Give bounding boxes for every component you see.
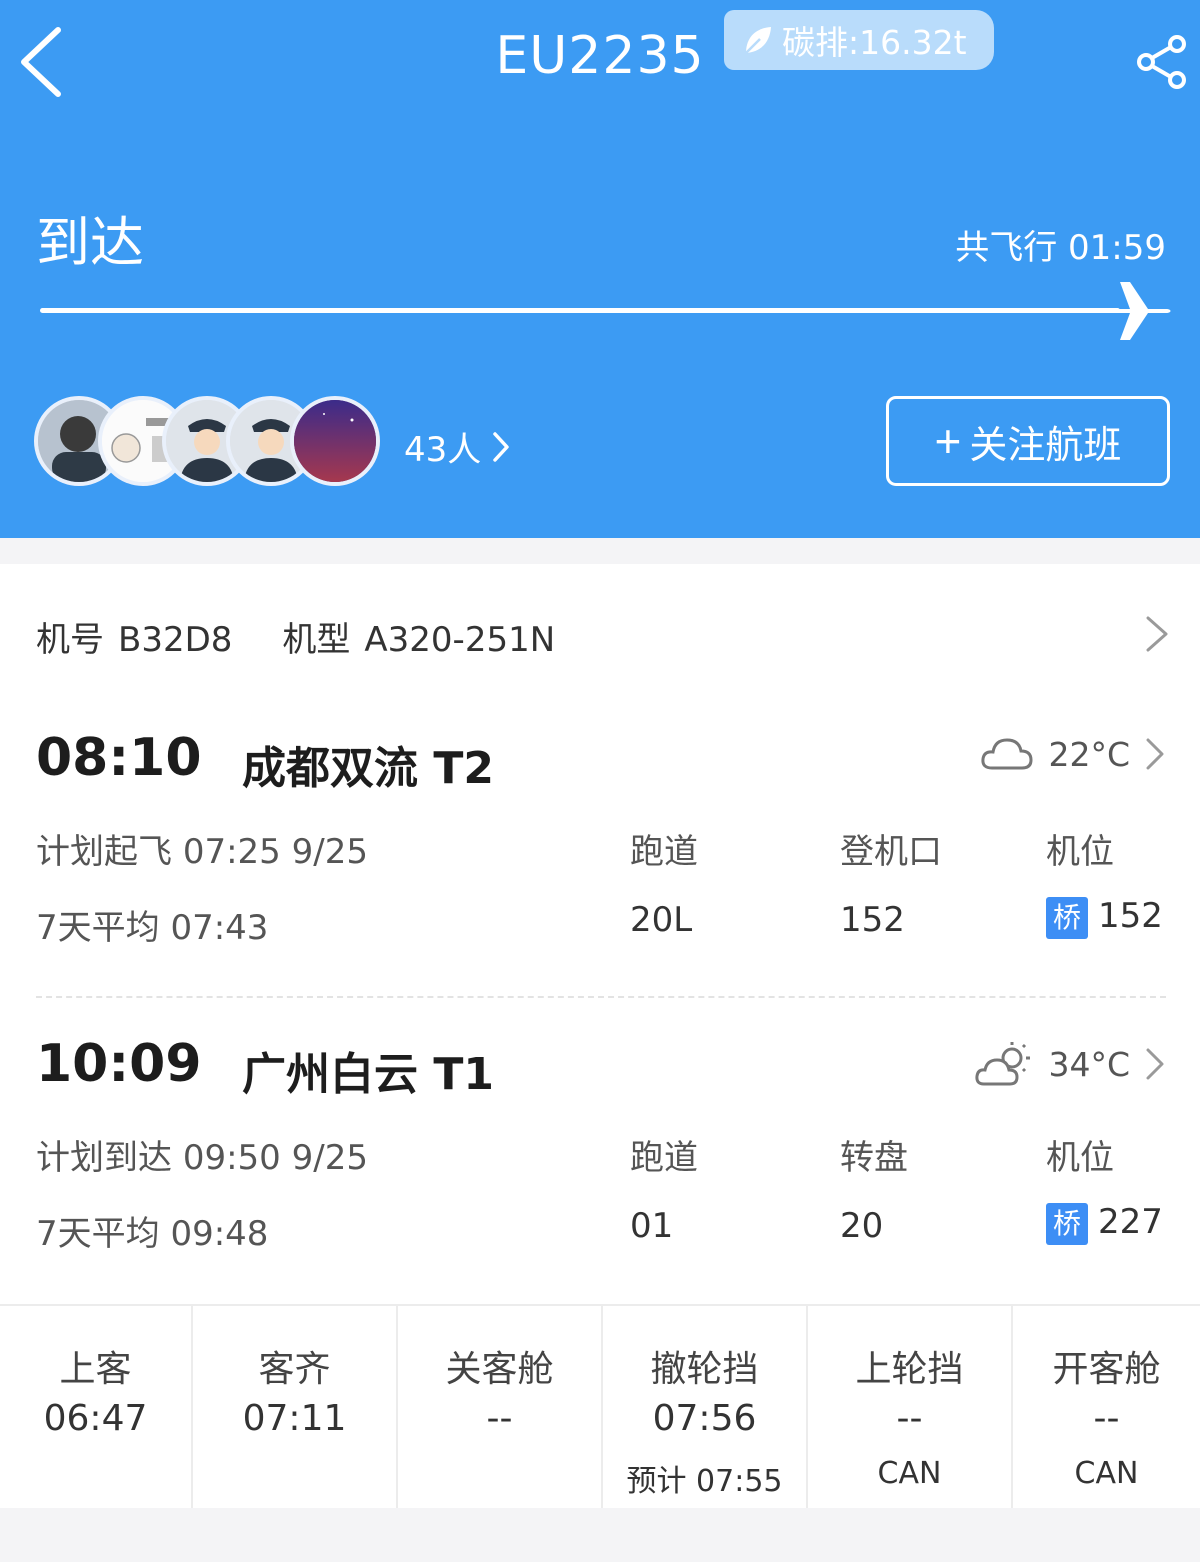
chevron-right-icon	[1146, 1048, 1164, 1080]
registration-value: B32D8	[118, 620, 233, 660]
planned-departure-label: 计划起飞	[36, 832, 172, 872]
gate-label: 登机口	[840, 832, 942, 872]
flight-number-text: EU2235	[495, 26, 705, 86]
aircraft-type-value: A320-251N	[364, 620, 556, 660]
departure-temperature: 22°C	[1048, 734, 1130, 774]
registration-label: 机号	[36, 620, 104, 660]
carousel-value: 20	[840, 1206, 884, 1246]
timeline-label: 客齐	[258, 1349, 331, 1390]
share-icon[interactable]	[1134, 34, 1190, 90]
stand-label: 机位	[1046, 1138, 1114, 1178]
timeline-sub: 预计 07:55	[626, 1464, 783, 1499]
average-value: 07:43	[170, 908, 269, 948]
timeline-label: 关客舱	[445, 1349, 554, 1390]
carbon-label: 碳排:16.32t	[782, 23, 967, 62]
aircraft-info-row[interactable]: 机号 B32D8 机型 A320-251N	[36, 612, 555, 661]
timeline-value: --	[486, 1398, 513, 1439]
timeline-label: 开客舱	[1052, 1349, 1161, 1390]
followers-count[interactable]: 43人	[404, 422, 511, 471]
section-divider	[36, 996, 1166, 998]
average-value: 09:48	[170, 1214, 269, 1254]
timeline-value: 06:47	[43, 1398, 148, 1439]
planned-arrival-label: 计划到达	[36, 1138, 172, 1178]
timeline-item: 客齐 07:11	[193, 1306, 398, 1508]
departure-7day-average: 7天平均 07:43	[36, 900, 268, 949]
timeline-value: 07:56	[652, 1398, 757, 1439]
followers-count-text: 43人	[404, 430, 482, 470]
runway-value: 20L	[630, 900, 693, 940]
night-sky-avatar	[294, 400, 376, 482]
timeline-item: 开客舱 -- CAN	[1013, 1306, 1200, 1508]
stand-label: 机位	[1046, 832, 1114, 872]
arrival-section: 10:09 广州白云 T1 34°C 计划到达 09:50 9/25 7天平均 …	[36, 1034, 1166, 1264]
timeline-sub: CAN	[877, 1456, 942, 1491]
leaf-icon	[745, 27, 771, 54]
flight-status: 到达	[36, 211, 144, 274]
timeline-sub: CAN	[1074, 1456, 1139, 1491]
arrival-weather[interactable]: 34°C	[974, 1040, 1166, 1088]
flight-detail-card: 机号 B32D8 机型 A320-251N 08:10 成都双流 T2 22°C 计…	[0, 564, 1200, 1304]
aircraft-type: 机型 A320-251N	[282, 612, 555, 661]
follow-flight-label: 关注航班	[969, 424, 1122, 467]
follow-flight-button[interactable]: + 关注航班	[886, 396, 1170, 486]
timeline-item: 上轮挡 -- CAN	[808, 1306, 1013, 1508]
cloudy-icon	[981, 738, 1033, 770]
arrival-time: 10:09	[36, 1034, 202, 1094]
flight-duration: 共飞行 01:59	[955, 228, 1166, 268]
avatar	[290, 396, 380, 486]
timeline-item: 关客舱 --	[398, 1306, 603, 1508]
stand-number: 227	[1098, 1202, 1163, 1242]
planned-departure-value: 07:25 9/25	[182, 832, 368, 872]
arrival-temperature: 34°C	[1048, 1044, 1130, 1084]
flight-header: EU2235 碳排:16.32t 到达 共飞行 01:59 43人 + 关注航班	[0, 0, 1200, 538]
carbon-badge[interactable]: 碳排:16.32t	[724, 10, 994, 70]
departure-airport: 成都双流 T2	[242, 743, 494, 794]
plus-icon: +	[934, 415, 962, 467]
timeline-label: 上客	[59, 1349, 132, 1390]
planned-departure: 计划起飞 07:25 9/25	[36, 824, 368, 873]
planned-arrival: 计划到达 09:50 9/25	[36, 1130, 368, 1179]
runway-value: 01	[630, 1206, 674, 1246]
timeline-value: --	[1093, 1398, 1120, 1439]
runway-label: 跑道	[630, 832, 698, 872]
aircraft-registration: 机号 B32D8	[36, 612, 232, 661]
arrival-airport: 广州白云 T1	[242, 1049, 494, 1100]
chevron-right-icon	[1146, 738, 1164, 770]
flight-number: EU2235	[0, 26, 1200, 86]
timeline-item: 撤轮挡 07:56 预计 07:55	[603, 1306, 808, 1508]
stand-number: 152	[1098, 896, 1163, 936]
bridge-badge: 桥	[1046, 896, 1088, 939]
average-label: 7天平均	[36, 1214, 160, 1254]
ground-operations-timeline: 上客 06:47 客齐 07:11 关客舱 -- 撤轮挡 07:56 预计 07…	[0, 1304, 1200, 1508]
progress-track	[40, 308, 1120, 313]
timeline-item: 上客 06:47	[0, 1306, 193, 1508]
arrival-7day-average: 7天平均 09:48	[36, 1206, 268, 1255]
departure-section: 08:10 成都双流 T2 22°C 计划起飞 07:25 9/25 7天平均 …	[36, 728, 1166, 958]
chevron-right-icon[interactable]	[1142, 614, 1172, 654]
departure-time: 08:10	[36, 728, 202, 788]
bottom-spacer	[0, 1508, 1200, 1562]
planned-arrival-value: 09:50 9/25	[182, 1138, 368, 1178]
bridge-badge: 桥	[1046, 1202, 1088, 1245]
stand-value: 桥 227	[1046, 1202, 1163, 1245]
plane-icon	[1106, 282, 1171, 340]
carousel-label: 转盘	[840, 1138, 908, 1178]
runway-label: 跑道	[630, 1138, 698, 1178]
partly-sunny-icon	[975, 1042, 1031, 1086]
aircraft-type-label: 机型	[282, 620, 351, 660]
timeline-label: 撤轮挡	[650, 1349, 759, 1390]
stand-value: 桥 152	[1046, 896, 1163, 939]
timeline-label: 上轮挡	[855, 1349, 964, 1390]
chevron-right-icon	[493, 431, 510, 462]
departure-weather[interactable]: 22°C	[980, 734, 1166, 774]
average-label: 7天平均	[36, 908, 160, 948]
timeline-value: --	[896, 1398, 923, 1439]
follower-avatars[interactable]	[34, 396, 394, 486]
gate-value: 152	[840, 900, 905, 940]
timeline-value: 07:11	[242, 1398, 347, 1439]
